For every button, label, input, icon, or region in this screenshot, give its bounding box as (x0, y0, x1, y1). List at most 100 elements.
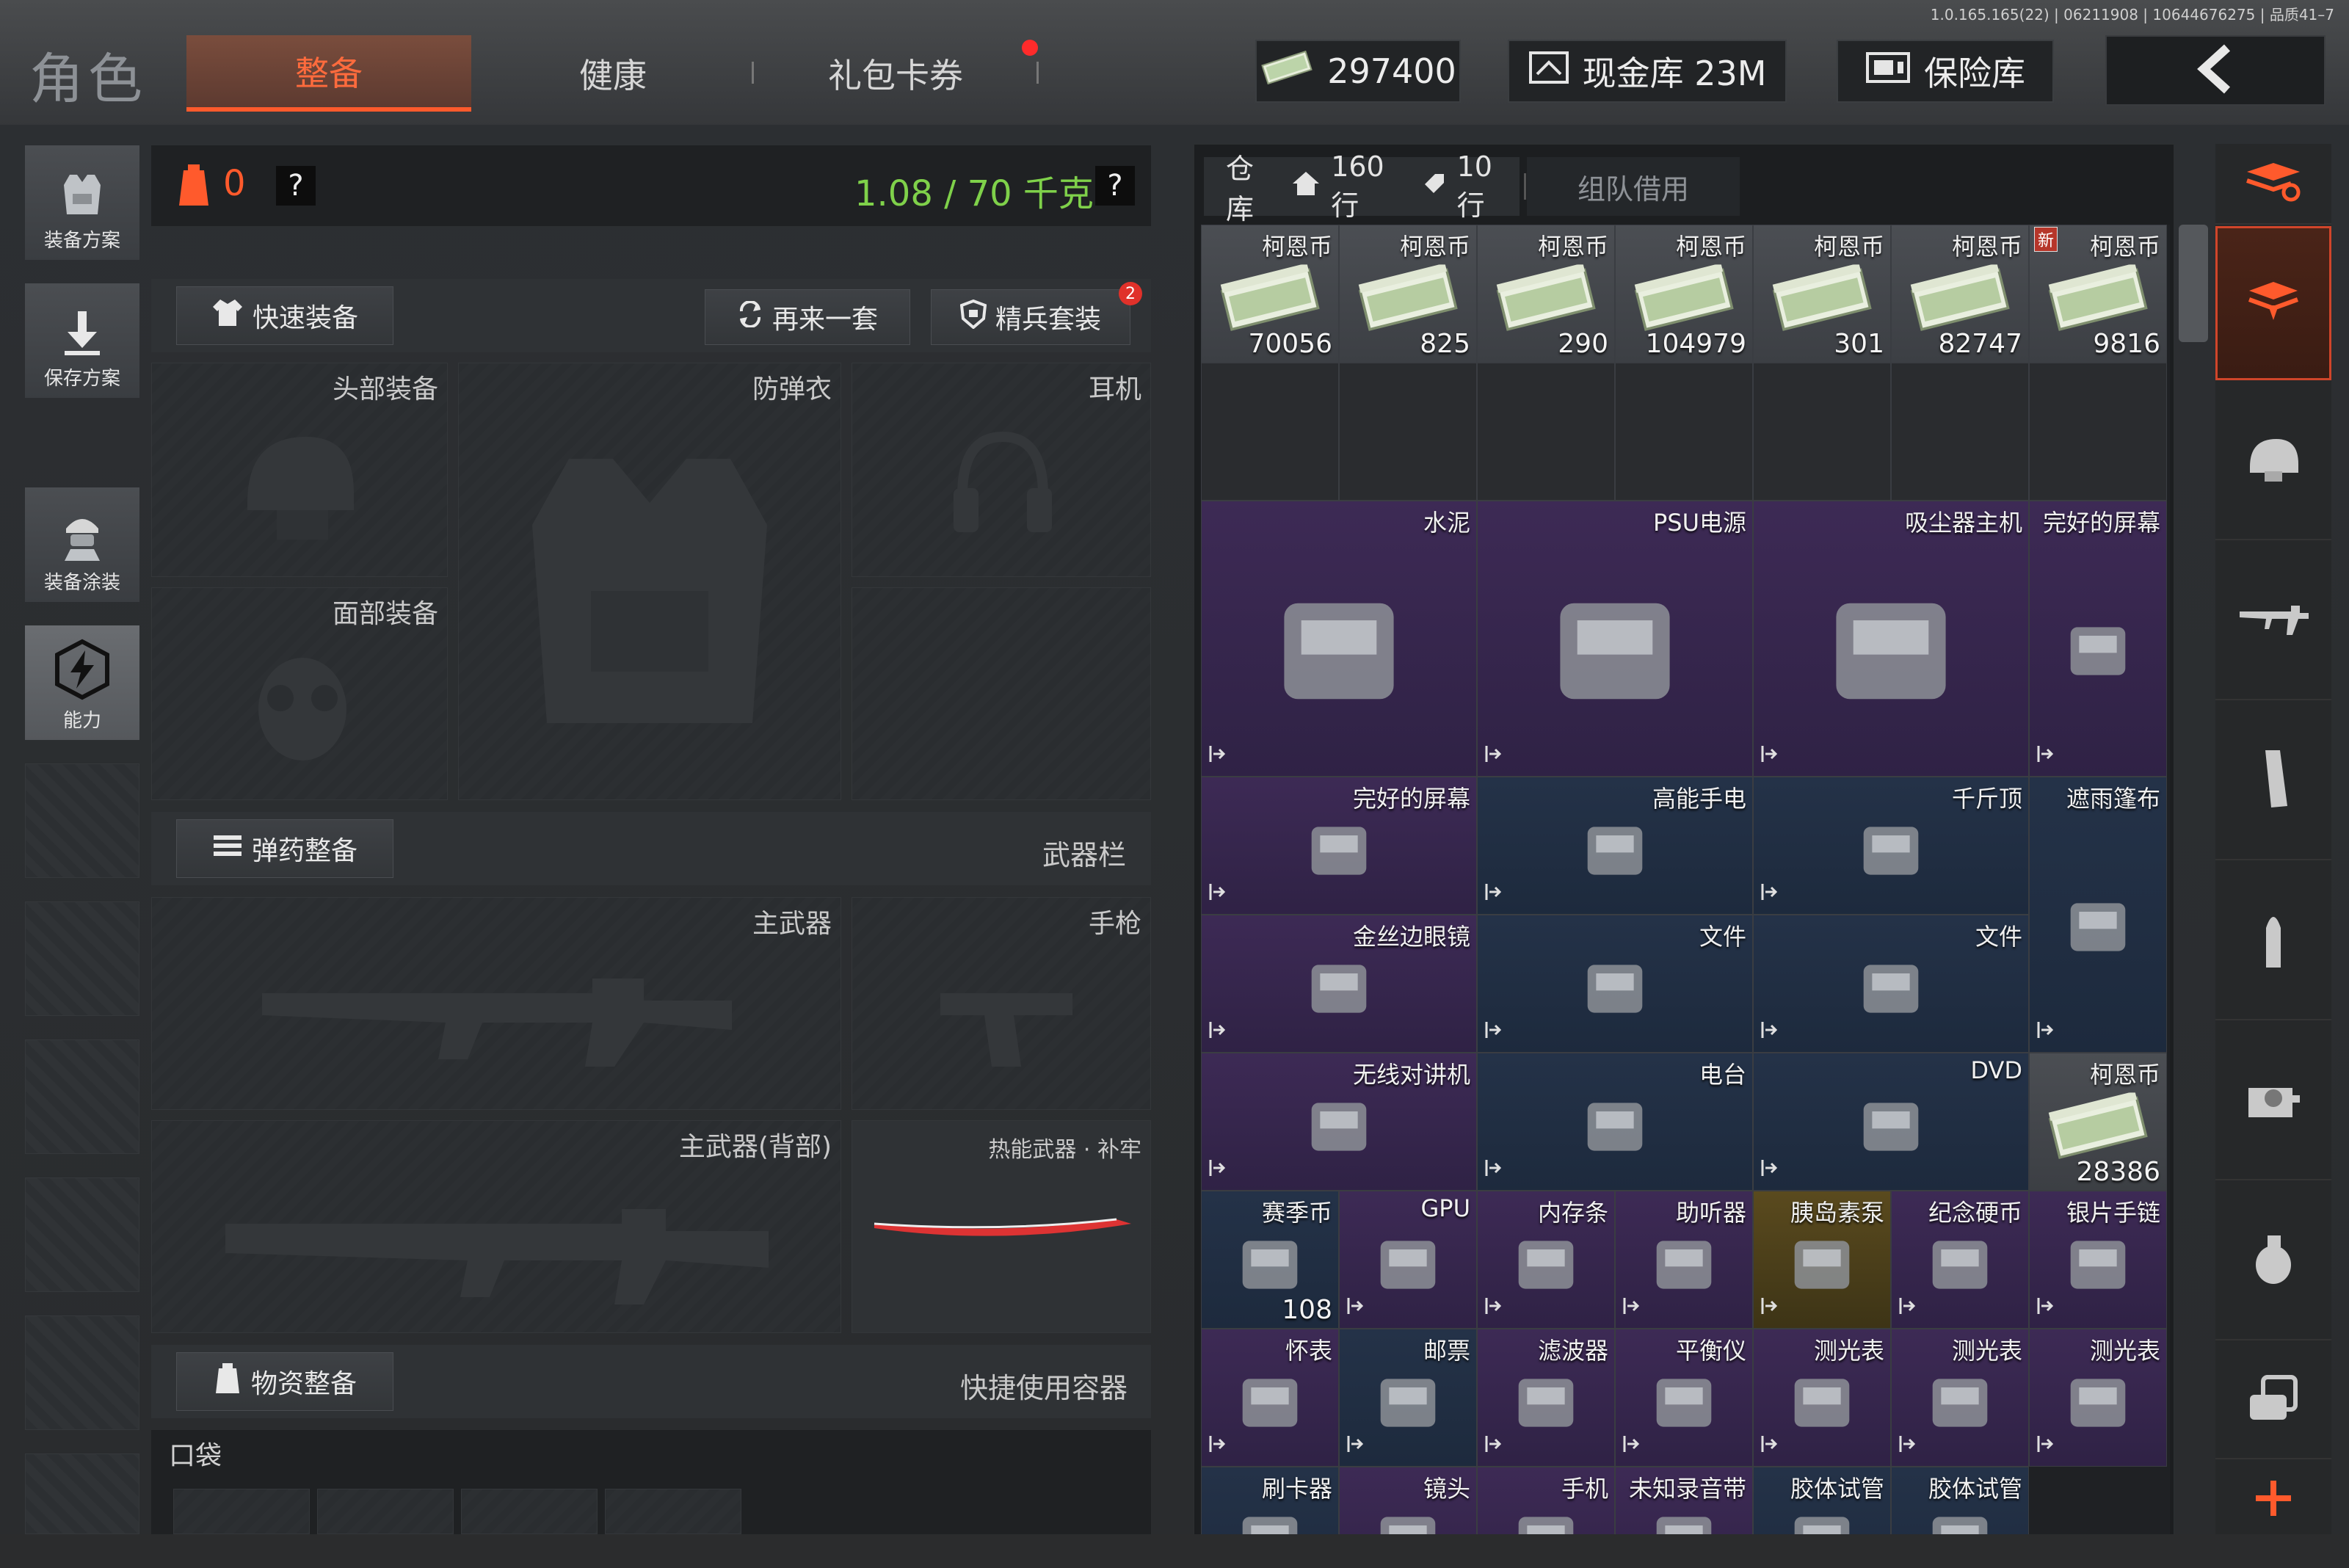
warehouse-empty-cell[interactable] (1339, 363, 1477, 501)
warehouse-item[interactable]: 金丝边眼镜 (1201, 915, 1477, 1053)
warehouse-item[interactable]: 内存条 (1477, 1191, 1615, 1329)
warehouse-item[interactable]: 测光表 (2029, 1329, 2167, 1467)
back-button[interactable] (2105, 35, 2326, 106)
warehouse-item[interactable]: 无线对讲机 (1201, 1053, 1477, 1191)
quick-equip-button[interactable]: 快速装备 (176, 286, 393, 345)
warehouse-empty-cell[interactable] (2029, 363, 2167, 501)
weight-help-button[interactable]: ? (1095, 166, 1135, 206)
warehouse-item[interactable]: 邮票 (1339, 1329, 1477, 1467)
pocket-slot[interactable] (605, 1489, 741, 1534)
warehouse-item[interactable]: 平衡仪 (1615, 1329, 1753, 1467)
warehouse-item[interactable]: DVD (1753, 1053, 2029, 1191)
warehouse-item[interactable]: 银片手链 (2029, 1191, 2167, 1329)
item-image (1296, 808, 1382, 897)
warehouse-item[interactable]: 文件 (1753, 915, 2029, 1053)
warehouse-item[interactable]: 文件 (1477, 915, 1753, 1053)
pocket-slot[interactable] (173, 1489, 310, 1534)
warehouse-item[interactable]: 柯恩币 9816 新 (2029, 225, 2167, 363)
warehouse-item[interactable]: 刷卡器 (1201, 1467, 1339, 1534)
pistol-slot[interactable]: 手枪 (852, 897, 1151, 1110)
warehouse-item[interactable]: 未知录音带 (1615, 1467, 1753, 1534)
slot-label: 主武器(背部) (678, 1132, 832, 1162)
refresh-icon (737, 300, 763, 334)
warehouse-item[interactable]: 柯恩币 28386 (2029, 1053, 2167, 1191)
warehouse-item[interactable]: 水泥 (1201, 501, 1477, 777)
warehouse-empty-cell[interactable] (1201, 363, 1339, 501)
warehouse-empty-cell[interactable] (1615, 363, 1753, 501)
warehouse-item[interactable]: 胰岛素泵 (1753, 1191, 1891, 1329)
warehouse-item[interactable]: 测光表 (1753, 1329, 1891, 1467)
armor-count: 0 (223, 163, 246, 204)
warehouse-item[interactable]: 胶体试管 (1753, 1467, 1891, 1534)
help-button[interactable]: ? (276, 166, 316, 206)
safe-button[interactable]: 保险库 (1837, 40, 2054, 103)
magazine-icon (2255, 747, 2292, 813)
warehouse-item[interactable]: PSU电源 (1477, 501, 1753, 777)
item-quantity: 825 (1420, 329, 1470, 359)
warehouse-item[interactable]: 胶体试管 (1891, 1467, 2029, 1534)
warehouse-item[interactable]: 镜头 (1339, 1467, 1477, 1534)
back-weapon-slot[interactable]: 主武器(背部) (151, 1120, 841, 1333)
warehouse-empty-cell[interactable] (1891, 363, 2029, 501)
armor-slot[interactable]: 防弹衣 (458, 363, 841, 800)
warehouse-item[interactable]: 完好的屏幕 (1201, 777, 1477, 915)
tab-coupons[interactable]: 礼包卡券 (785, 35, 1006, 112)
sidebar-item-save[interactable]: 保存方案 (25, 283, 139, 398)
rail-sort-button[interactable] (2215, 144, 2331, 225)
warehouse-item[interactable]: 柯恩币 301 (1753, 225, 1891, 363)
warehouse-empty-cell[interactable] (1477, 363, 1615, 501)
warehouse-tab[interactable]: 仓库 160行 10行 (1204, 150, 1520, 225)
sidebar-item-paint[interactable]: 装备涂装 (25, 487, 139, 602)
rail-weapon-button[interactable] (2215, 542, 2331, 700)
button-label: 物资整备 (250, 1369, 357, 1399)
warehouse-item[interactable]: 滤波器 (1477, 1329, 1615, 1467)
rail-misc-button[interactable] (2215, 1342, 2331, 1459)
rail-consumable-button[interactable] (2215, 1182, 2331, 1340)
rail-attachment-button[interactable] (2215, 1022, 2331, 1180)
warehouse-item[interactable]: 完好的屏幕 (2029, 501, 2167, 777)
sidebar-item-loadout[interactable]: 装备方案 (25, 145, 139, 260)
warehouse-item[interactable]: 高能手电 (1477, 777, 1753, 915)
ear-slot[interactable]: 耳机 (852, 363, 1151, 577)
pocket-slot[interactable] (317, 1489, 454, 1534)
item-image (1641, 1360, 1727, 1449)
warehouse-scrollbar[interactable] (2179, 225, 2208, 342)
elite-kit-button[interactable]: 精兵套装 (931, 289, 1130, 345)
warehouse-item[interactable]: 赛季币 108 (1201, 1191, 1339, 1329)
warehouse-item[interactable]: GPU (1339, 1191, 1477, 1329)
rail-magazine-button[interactable] (2215, 702, 2331, 860)
tab-health[interactable]: 健康 (507, 35, 719, 112)
retry-button[interactable]: 再来一套 (705, 289, 910, 345)
vault-button[interactable]: 现金库 23M (1508, 40, 1787, 103)
warehouse-item[interactable]: 柯恩币 290 (1477, 225, 1615, 363)
face-slot[interactable]: 面部装备 (151, 587, 448, 800)
warehouse-item[interactable]: 电台 (1477, 1053, 1753, 1191)
sidebar-item-ability[interactable]: 能力 (25, 625, 139, 740)
head-slot[interactable]: 头部装备 (151, 363, 448, 577)
rail-ammo-button[interactable] (2215, 862, 2331, 1020)
rail-armor-button[interactable] (2215, 382, 2331, 540)
warehouse-item[interactable]: 柯恩币 82747 (1891, 225, 2029, 363)
rail-all-button[interactable] (2215, 226, 2331, 380)
warehouse-empty-cell[interactable] (1753, 363, 1891, 501)
warehouse-item[interactable]: 柯恩币 825 (1339, 225, 1477, 363)
warehouse-item[interactable]: 纪念硬币 (1891, 1191, 2029, 1329)
category-rail (2215, 144, 2331, 1539)
primary-weapon-slot[interactable]: 主武器 (151, 897, 841, 1110)
tab-equip[interactable]: 整备 (186, 35, 471, 112)
rail-add-button[interactable] (2215, 1461, 2331, 1539)
melee-slot[interactable]: 热能武器 · 补牢 (852, 1120, 1151, 1333)
warehouse-item[interactable]: 助听器 (1615, 1191, 1753, 1329)
warehouse-item[interactable]: 柯恩币 70056 (1201, 225, 1339, 363)
warehouse-item[interactable]: 测光表 (1891, 1329, 2029, 1467)
warehouse-item[interactable]: 千斤顶 (1753, 777, 2029, 915)
warehouse-item[interactable]: 手机 (1477, 1467, 1615, 1534)
ammo-equip-button[interactable]: 弹药整备 (176, 819, 393, 878)
team-borrow-tab[interactable]: 组队借用 (1527, 157, 1740, 216)
pocket-slot[interactable] (461, 1489, 598, 1534)
warehouse-item[interactable]: 吸尘器主机 (1753, 501, 2029, 777)
warehouse-item[interactable]: 遮雨篷布 (2029, 777, 2167, 1053)
warehouse-item[interactable]: 怀表 (1201, 1329, 1339, 1467)
supply-equip-button[interactable]: 物资整备 (176, 1352, 393, 1411)
warehouse-item[interactable]: 柯恩币 104979 (1615, 225, 1753, 363)
